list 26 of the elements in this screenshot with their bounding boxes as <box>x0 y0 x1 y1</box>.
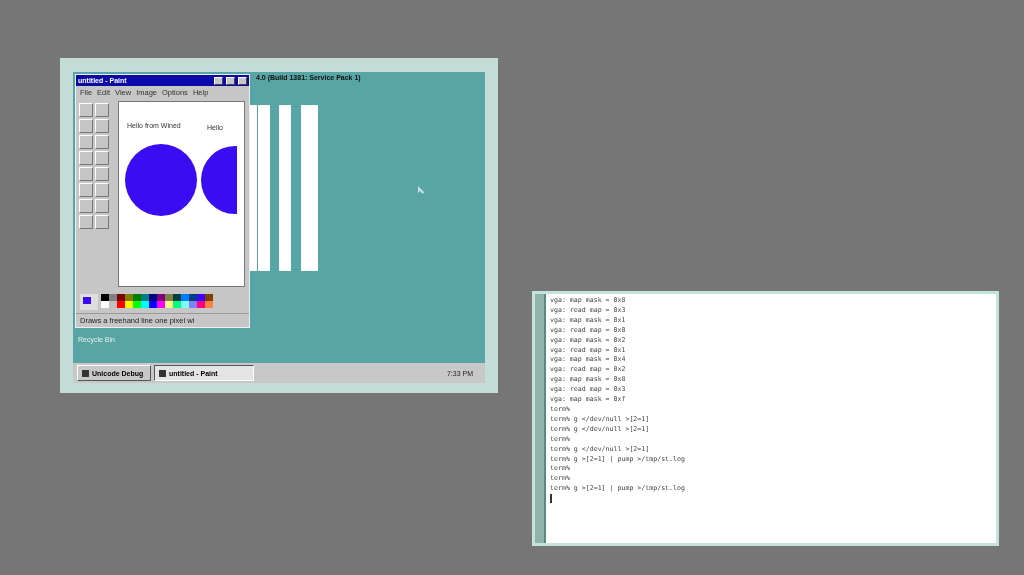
scrollbar[interactable] <box>535 294 546 543</box>
app-icon <box>159 369 166 377</box>
tool-button[interactable] <box>79 135 93 149</box>
tool-button[interactable] <box>79 119 93 133</box>
text-cursor <box>550 494 552 504</box>
tool-button[interactable] <box>95 215 109 229</box>
tool-button[interactable] <box>95 183 109 197</box>
close-button[interactable] <box>238 76 247 85</box>
tool-button[interactable] <box>79 183 93 197</box>
tool-button[interactable] <box>95 167 109 181</box>
maximize-button[interactable] <box>226 76 235 85</box>
minimize-button[interactable] <box>214 76 223 85</box>
color-palette[interactable] <box>101 294 213 310</box>
tool-button[interactable] <box>79 103 93 117</box>
tool-button[interactable] <box>79 215 93 229</box>
tool-button[interactable] <box>79 151 93 165</box>
tool-button[interactable] <box>95 199 109 213</box>
tool-button[interactable] <box>95 119 109 133</box>
selected-color-icon <box>80 294 98 310</box>
tool-button[interactable] <box>95 103 109 117</box>
tool-button[interactable] <box>79 199 93 213</box>
tool-button[interactable] <box>79 167 93 181</box>
tool-button[interactable] <box>95 151 109 165</box>
app-icon <box>82 369 89 377</box>
tool-button[interactable] <box>95 135 109 149</box>
pointer-icon <box>418 186 424 194</box>
